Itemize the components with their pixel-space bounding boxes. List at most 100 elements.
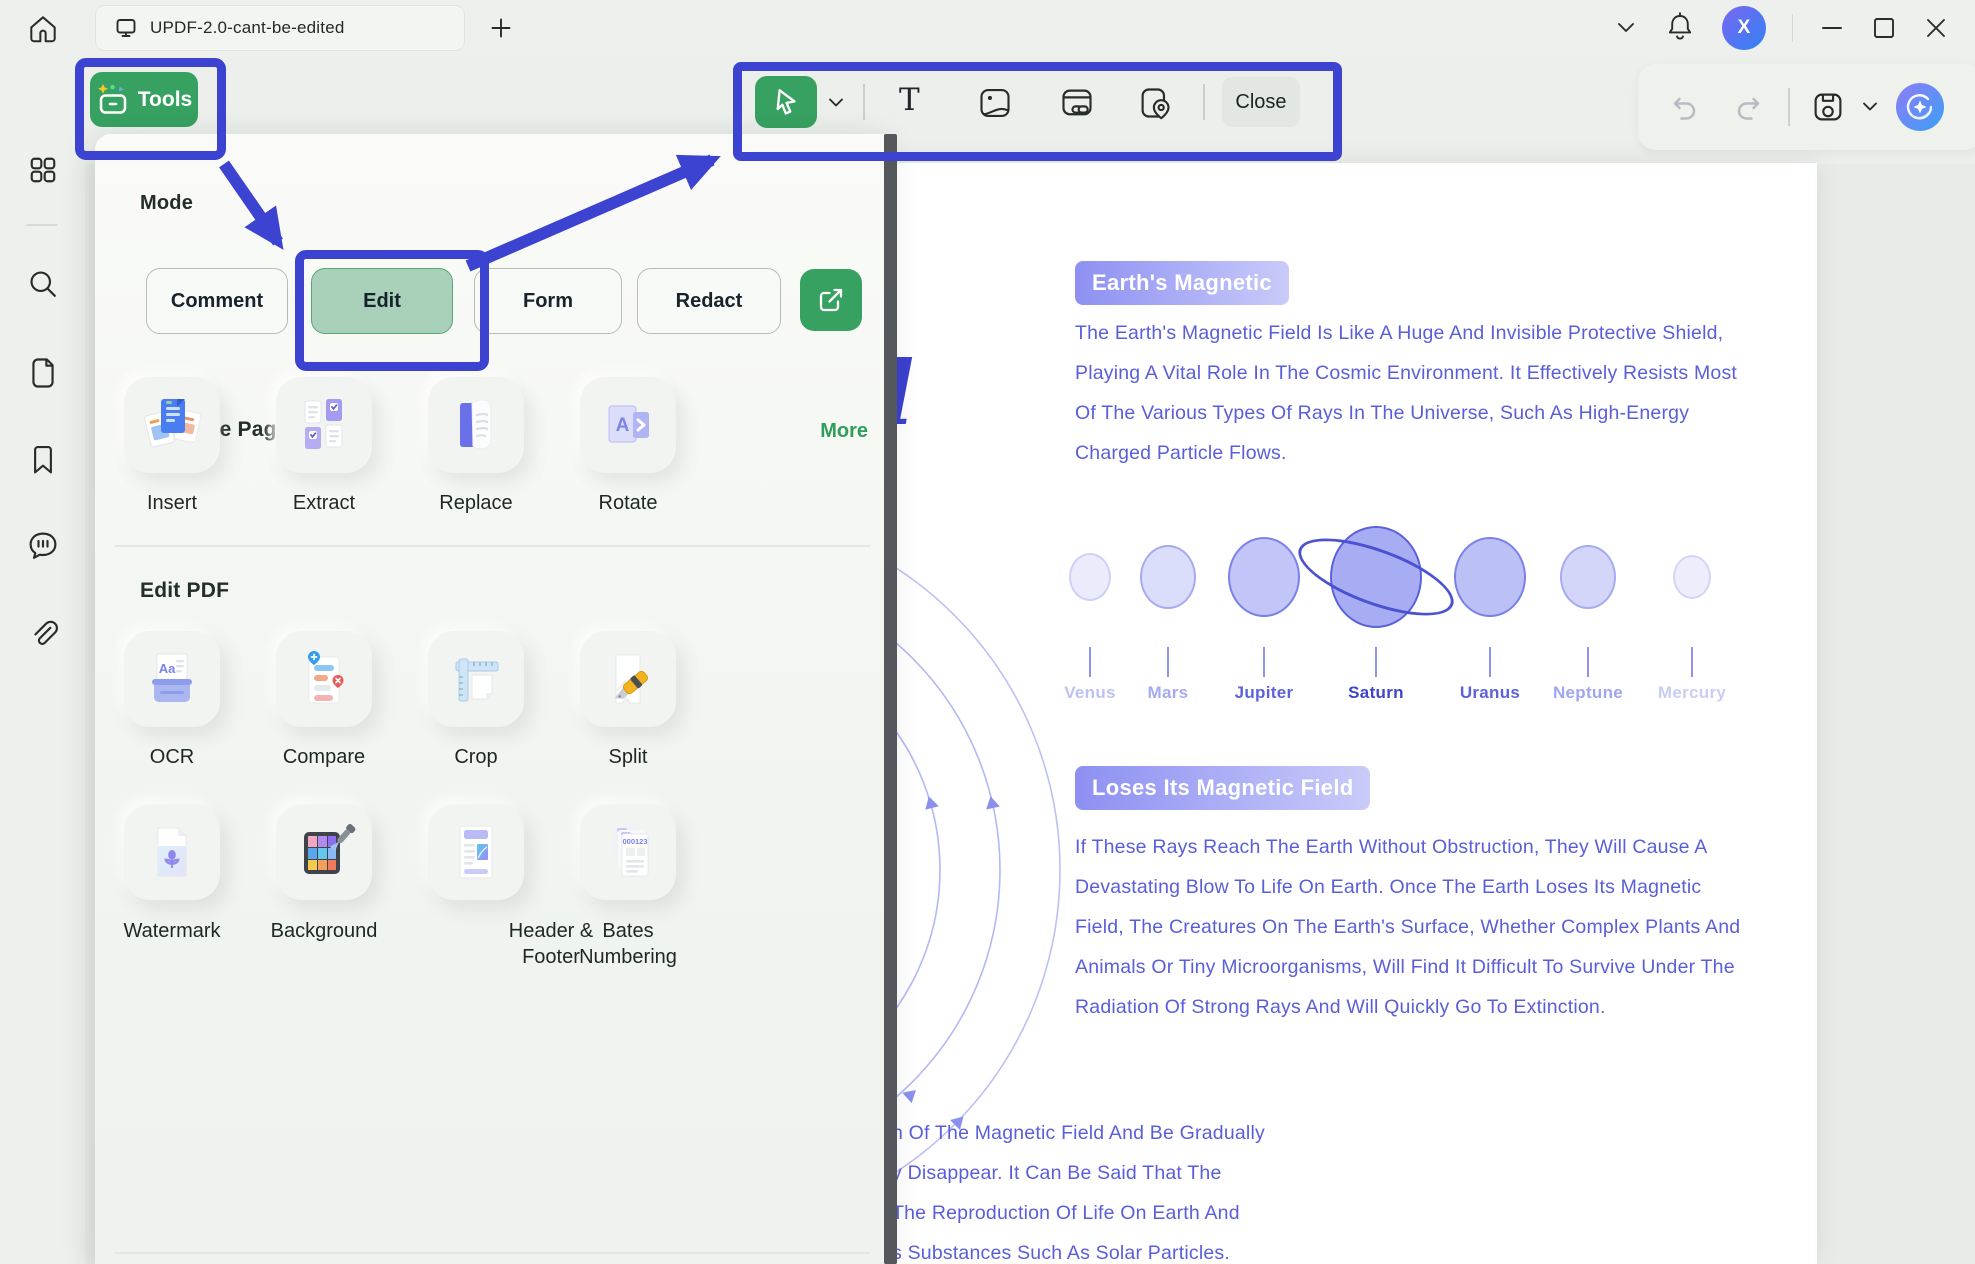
- tool-crop[interactable]: [428, 631, 524, 727]
- maximize-button[interactable]: [1871, 15, 1897, 41]
- page-icon: [25, 355, 61, 391]
- paragraph-3-clipped: n Of The Magnetic Field And Be Gradually…: [897, 1113, 1592, 1264]
- background-icon: [292, 820, 356, 884]
- sidebar-divider: [26, 224, 58, 226]
- redo-icon: [1733, 90, 1767, 124]
- close-icon: [1923, 15, 1949, 41]
- tool-rotate[interactable]: A: [580, 377, 676, 473]
- tool-split-label: Split: [553, 744, 703, 770]
- tool-bates-numbering[interactable]: 000123: [580, 804, 676, 900]
- tool-ocr-label: OCR: [97, 744, 247, 770]
- toolbar-divider: [1203, 84, 1205, 120]
- mode-edit-button[interactable]: Edit: [311, 268, 453, 334]
- sidebar-comments-button[interactable]: [25, 528, 61, 564]
- avatar[interactable]: X: [1722, 6, 1766, 50]
- tool-replace[interactable]: [428, 377, 524, 473]
- planet-mercury: Mercury: [1632, 477, 1752, 717]
- paperclip-icon: [25, 616, 61, 652]
- section-divider: [115, 545, 870, 547]
- planet-label: Jupiter: [1204, 683, 1324, 703]
- document-tab[interactable]: UPDF-2.0-cant-be-edited: [95, 5, 465, 51]
- tool-background[interactable]: [276, 804, 372, 900]
- planet-tick: [1167, 647, 1169, 677]
- tool-ocr[interactable]: Aa: [124, 631, 220, 727]
- redo-button[interactable]: [1733, 90, 1767, 124]
- toolbox-icon: [96, 84, 130, 116]
- window-menu-button[interactable]: [1614, 20, 1638, 36]
- minimize-button[interactable]: [1819, 15, 1845, 41]
- undo-icon: [1666, 90, 1700, 124]
- ai-assistant-button[interactable]: [1896, 83, 1944, 131]
- left-sidebar: [0, 56, 85, 1264]
- sidebar-pages-button[interactable]: [25, 355, 61, 391]
- undo-button[interactable]: [1666, 90, 1700, 124]
- new-tab-button[interactable]: [488, 15, 514, 41]
- heading-loses-magnetic-field: Loses Its Magnetic Field: [1075, 766, 1370, 810]
- decorative-script-letter: l: [897, 341, 914, 445]
- page-location-tool-button[interactable]: [1137, 85, 1173, 121]
- tool-extract[interactable]: [276, 377, 372, 473]
- titlebar-right: X: [1614, 0, 1975, 56]
- mode-edit-label: Edit: [363, 290, 401, 313]
- planet-tick: [1691, 647, 1693, 677]
- image-tool-button[interactable]: [977, 85, 1013, 121]
- mode-redact-button[interactable]: Redact: [637, 268, 781, 334]
- replace-pages-icon: [444, 393, 508, 457]
- tool-extract-label: Extract: [249, 490, 399, 516]
- save-options-button[interactable]: [1860, 100, 1880, 114]
- mode-section-label: Mode: [140, 192, 193, 215]
- titlebar: UPDF-2.0-cant-be-edited X: [0, 0, 1975, 56]
- svg-text:000123: 000123: [622, 837, 647, 846]
- tools-label: Tools: [138, 88, 192, 112]
- notifications-button[interactable]: [1664, 10, 1696, 46]
- mode-comment-label: Comment: [171, 290, 263, 313]
- ocr-icon: Aa: [140, 647, 204, 711]
- select-tool-button[interactable]: [755, 76, 817, 128]
- section-divider: [115, 1252, 870, 1254]
- tool-background-label: Background: [249, 918, 399, 944]
- link-tool-button[interactable]: [1059, 85, 1095, 121]
- mode-form-button[interactable]: Form: [474, 268, 622, 334]
- sidebar-search-button[interactable]: [25, 266, 61, 302]
- search-icon: [25, 266, 61, 302]
- rotate-pages-icon: A: [596, 393, 660, 457]
- sidebar-bookmarks-button[interactable]: [25, 442, 61, 478]
- link-annotation-icon: [1059, 85, 1095, 121]
- tab-title: UPDF-2.0-cant-be-edited: [150, 18, 345, 38]
- sidebar-thumbnails-button[interactable]: [25, 152, 61, 188]
- organize-more-link[interactable]: More: [820, 420, 868, 443]
- home-button[interactable]: [26, 12, 60, 46]
- titlebar-divider: [1792, 14, 1793, 42]
- page-pin-icon: [1137, 85, 1173, 121]
- save-button[interactable]: [1810, 89, 1846, 125]
- planets-row: VenusMarsJupiterSaturnUranusNeptuneMercu…: [897, 477, 1817, 717]
- chevron-down-icon: [1860, 100, 1880, 114]
- tool-header-footer[interactable]: [428, 804, 524, 900]
- tool-watermark[interactable]: [124, 804, 220, 900]
- tools-panel: Mode Comment Edit Form Redact Organize P…: [95, 134, 884, 1264]
- tool-insert[interactable]: [124, 377, 220, 473]
- close-edit-mode-button[interactable]: Close: [1222, 77, 1300, 127]
- tool-replace-label: Replace: [401, 490, 551, 516]
- home-icon: [26, 12, 60, 46]
- text-tool-button[interactable]: T: [899, 82, 920, 118]
- pdf-page: l Earth's Magnetic The Earth's Magnetic …: [897, 163, 1817, 1264]
- tools-button[interactable]: Tools: [90, 72, 198, 127]
- avatar-letter: X: [1738, 17, 1751, 39]
- monitor-icon: [114, 16, 138, 40]
- save-icon: [1810, 89, 1846, 125]
- select-tool-dropdown[interactable]: [826, 96, 846, 110]
- tool-compare-label: Compare: [249, 744, 399, 770]
- tool-split[interactable]: [580, 631, 676, 727]
- sidebar-attachments-button[interactable]: [25, 616, 61, 652]
- close-window-button[interactable]: [1923, 15, 1949, 41]
- chevron-down-icon: [1614, 20, 1638, 36]
- mode-redact-label: Redact: [676, 290, 743, 313]
- tool-compare[interactable]: [276, 631, 372, 727]
- open-in-new-window-button[interactable]: [800, 269, 862, 331]
- svg-text:A: A: [616, 415, 630, 436]
- mode-comment-button[interactable]: Comment: [146, 268, 288, 334]
- panel-scrollbar[interactable]: [884, 134, 897, 1264]
- edit-mode-toolbar: T Close: [741, 70, 1317, 134]
- tool-rotate-label: Rotate: [553, 490, 703, 516]
